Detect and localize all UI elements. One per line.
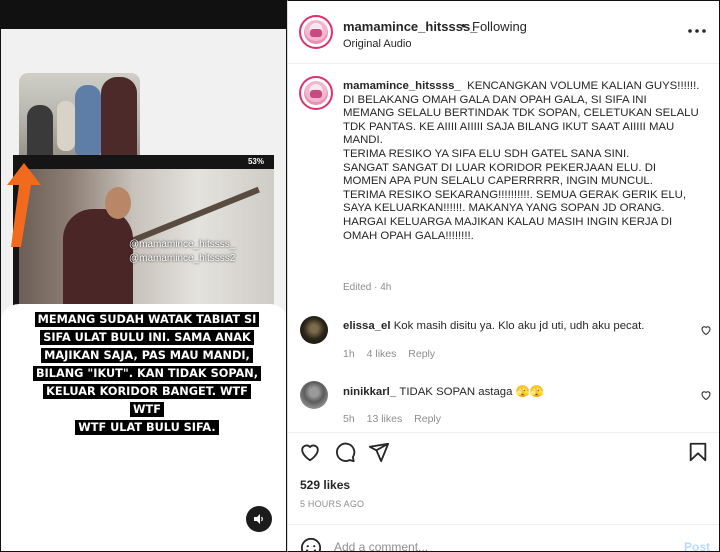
commenter-avatar[interactable]	[300, 381, 328, 409]
caption-text: HARGAI KELUARGA MAJIKAN KALAU MASIH INGI…	[343, 215, 673, 228]
caption-text: SANGAT SANGAT DI LUAR KORIDOR PEKERJAAN …	[343, 161, 657, 174]
speaker-glyph	[254, 514, 263, 524]
post-details-panel: mamamince_hitssss_ • Following Original …	[287, 0, 720, 552]
caption-text: MANDI.	[343, 134, 383, 147]
comment-meta: 5h 13 likes Reply	[343, 413, 450, 425]
caption-author-avatar[interactable]	[299, 76, 333, 110]
caption-text: DI BELAKANG OMAH GALA DAN OPAH GALA, SI …	[343, 93, 647, 106]
reply-button[interactable]: Reply	[414, 413, 441, 425]
emoji-icon[interactable]	[300, 537, 322, 552]
add-comment-divider	[288, 524, 719, 525]
caption-line: KELUAR KORIDOR BANGET. WTF WTF	[43, 384, 251, 417]
comment-item: ninikkarl_ TIDAK SOPAN astaga 🫣🫣	[343, 384, 544, 398]
header-divider	[288, 63, 719, 64]
caption-line: SIFA ULAT BULU INI. SAMA ANAK	[40, 330, 254, 345]
man-head	[105, 187, 131, 219]
caption-line: SANGAT SANGAT DI LUAR KORIDOR PEKERJAAN …	[343, 162, 715, 176]
actions-divider	[288, 432, 719, 433]
comment-like-icon[interactable]	[700, 324, 712, 336]
caption-line: TERIMA RESIKO YA SIFA ELU SDH GATEL SANA…	[343, 148, 715, 162]
author-avatar[interactable]	[299, 15, 333, 49]
phone-recording-frame: 53% @mamamince_hitssss_ @mamamince_hitss…	[13, 155, 274, 317]
post-comment-button[interactable]: Post	[684, 540, 710, 552]
caption-line: MEMANG SUDAH WATAK TABIAT SI	[34, 312, 260, 327]
video-top-bar	[1, 1, 286, 29]
comment-age: 1h	[343, 348, 355, 360]
comment-like-icon[interactable]	[700, 389, 712, 401]
watermark-secondary: @mamamince_hitssss2	[129, 253, 236, 264]
avatar-image	[304, 20, 328, 44]
comment-meta: 1h 4 likes Reply	[343, 348, 444, 360]
speaker-icon[interactable]	[246, 506, 272, 532]
video-caption: MEMANG SUDAH WATAK TABIAT SI SIFA ULAT BU…	[31, 310, 263, 436]
stairway-scene: @mamamince_hitssss_ @mamamince_hitssss2	[19, 169, 274, 317]
caption-line: DI BELAKANG OMAH GALA DAN OPAH GALA, SI …	[343, 94, 715, 108]
caption-username[interactable]: mamamince_hitssss_	[343, 80, 461, 92]
caption-text: TDK PANTAS. KE AIIII AIIIII SAJA BILANG …	[343, 120, 675, 133]
caption-line: HARGAI KELUARGA MAJIKAN KALAU MASIH INGI…	[343, 216, 715, 230]
author-username[interactable]: mamamince_hitssss_	[343, 19, 477, 34]
watermark-primary: @mamamince_hitssss_	[129, 239, 236, 250]
caption-line: MEMANG SELALU BERTINDAK TDK SOPAN, CELET…	[343, 107, 715, 121]
comment-icon[interactable]	[334, 441, 356, 463]
post-caption: mamamince_hitssss_ KENCANGKAN VOLUME KAL…	[343, 80, 715, 243]
caption-text: OMAH OPAH GALA!!!!!!!!.	[343, 229, 474, 242]
separator-dot: •	[461, 18, 466, 33]
caption-text: TERIMA RESIKO SEKARANG!!!!!!!!!!. SEMUA …	[343, 188, 687, 201]
caption-line: OMAH OPAH GALA!!!!!!!!.	[343, 230, 715, 244]
add-comment-input[interactable]	[334, 538, 664, 552]
comment-text: TIDAK SOPAN astaga 🫣🫣	[399, 386, 544, 398]
phone-battery-status: 53%	[247, 157, 264, 166]
reply-button[interactable]: Reply	[408, 348, 435, 360]
man-on-stairs	[63, 209, 133, 317]
caption-line: mamamince_hitssss_ KENCANGKAN VOLUME KAL…	[343, 80, 715, 94]
share-icon[interactable]	[368, 441, 390, 463]
caption-text: MEMANG SELALU BERTINDAK TDK SOPAN, CELET…	[343, 107, 699, 120]
following-button[interactable]: Following	[472, 19, 527, 34]
caption-line: TERIMA RESIKO SEKARANG!!!!!!!!!!. SEMUA …	[343, 189, 715, 203]
inset-person-back	[57, 101, 75, 151]
more-horizontal-icon[interactable]	[686, 23, 708, 39]
post-edited-time: Edited · 4h	[343, 282, 392, 293]
comment-username[interactable]: ninikkarl_	[343, 386, 396, 398]
likes-count[interactable]: 529 likes	[300, 478, 350, 492]
video-media-pane[interactable]: 53% @mamamince_hitssss_ @mamamince_hitss…	[0, 0, 287, 552]
caption-text: KENCANGKAN VOLUME KALIAN GUYS!!!!!!.	[467, 80, 700, 92]
comment-item: elissa_el Kok masih disitu ya. Klo aku j…	[343, 320, 644, 332]
arrow-up-icon	[7, 163, 41, 247]
caption-line: MANDI.	[343, 134, 715, 148]
comment-likes[interactable]: 13 likes	[367, 413, 403, 425]
original-audio-link[interactable]: Original Audio	[343, 38, 412, 50]
comment-username[interactable]: elissa_el	[343, 320, 391, 332]
caption-text: MOMEN APA PUN SELALU CAPERRRRR, INGIN MU…	[343, 175, 653, 188]
stair-railing	[127, 186, 260, 245]
comment-text: Kok masih disitu ya. Klo aku jd uti, udh…	[393, 320, 645, 332]
commenter-avatar[interactable]	[300, 316, 328, 344]
comment-age: 5h	[343, 413, 355, 425]
caption-line: TDK PANTAS. KE AIIII AIIIII SAJA BILANG …	[343, 121, 715, 135]
caption-text: SAYA KELUARKAN!!!!!!. MAKANYA YANG SOPAN…	[343, 202, 665, 215]
post-timestamp[interactable]: 5 HOURS AGO	[300, 499, 364, 509]
caption-line: SAYA KELUARKAN!!!!!!. MAKANYA YANG SOPAN…	[343, 202, 715, 216]
caption-line: WTF ULAT BULU SIFA.	[75, 420, 219, 435]
caption-line: BILANG "IKUT". KAN TIDAK SOPAN,	[32, 366, 262, 381]
caption-text: TERIMA RESIKO YA SIFA ELU SDH GATEL SANA…	[343, 147, 630, 160]
caption-line: MAJIKAN SAJA, PAS MAU MANDI,	[41, 348, 253, 363]
bookmark-icon[interactable]	[687, 441, 709, 463]
comment-likes[interactable]: 4 likes	[367, 348, 397, 360]
inset-child	[75, 85, 101, 155]
avatar-image	[304, 81, 328, 105]
caption-line: MOMEN APA PUN SELALU CAPERRRRR, INGIN MU…	[343, 175, 715, 189]
heart-icon[interactable]	[299, 441, 321, 463]
